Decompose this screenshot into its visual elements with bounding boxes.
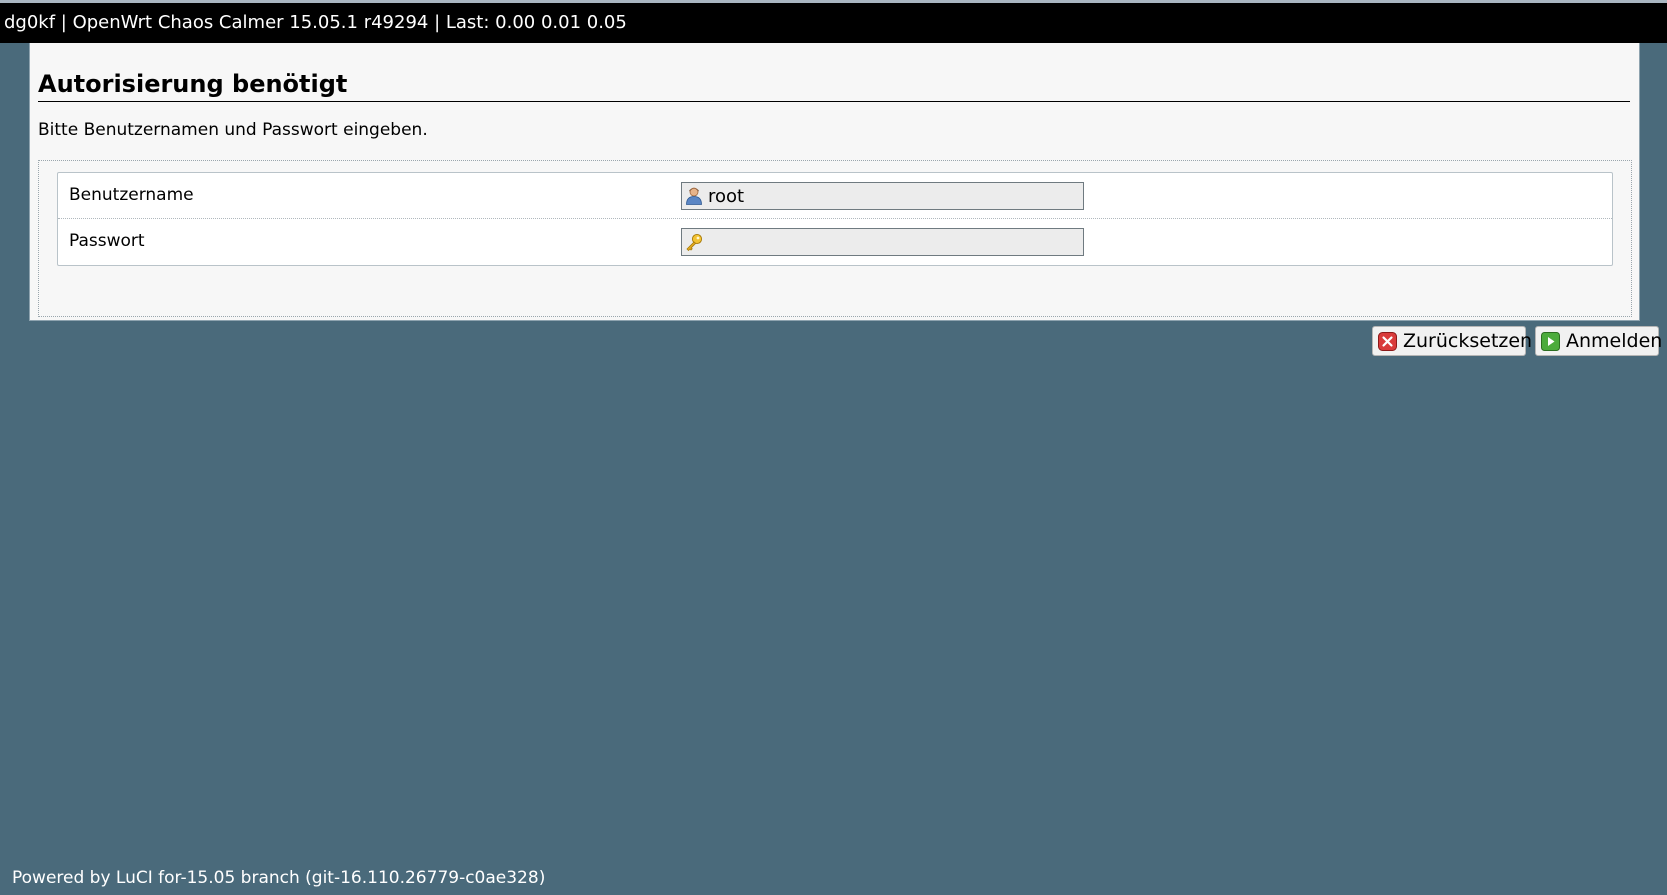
password-input[interactable] <box>681 228 1084 256</box>
login-button[interactable]: Anmelden <box>1535 326 1663 356</box>
footer-powered-by: Powered by LuCI for-15.05 branch (git-16… <box>12 868 546 888</box>
username-input[interactable] <box>681 182 1084 210</box>
login-button-label: Anmelden <box>1566 330 1663 352</box>
header-bar: dg0kf | OpenWrt Chaos Calmer 15.05.1 r49… <box>0 3 1667 43</box>
login-form: Benutzername Passwort <box>57 172 1613 266</box>
page-title: Autorisierung benötigt <box>38 69 1630 102</box>
password-row: Passwort <box>58 219 1612 265</box>
header-status-text: dg0kf | OpenWrt Chaos Calmer 15.05.1 r49… <box>4 12 627 33</box>
login-panel: Autorisierung benötigt Bitte Benutzernam… <box>29 43 1662 356</box>
password-label: Passwort <box>69 231 145 251</box>
reset-button[interactable]: Zurücksetzen <box>1372 326 1532 356</box>
username-row: Benutzername <box>58 173 1612 219</box>
reset-x-icon <box>1378 332 1397 351</box>
reset-button-label: Zurücksetzen <box>1403 330 1533 352</box>
username-label: Benutzername <box>69 185 194 205</box>
login-arrow-icon <box>1541 332 1560 351</box>
intro-text: Bitte Benutzernamen und Passwort eingebe… <box>38 120 428 140</box>
login-fieldset: Benutzername Passwort <box>38 160 1632 317</box>
